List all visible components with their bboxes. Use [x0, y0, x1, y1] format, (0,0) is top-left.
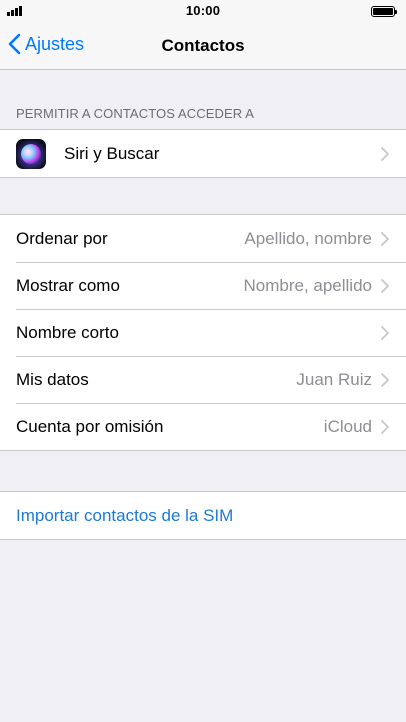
status-bar: 10:00 — [0, 0, 406, 22]
section-header: PERMITIR A CONTACTOS ACCEDER A — [16, 106, 255, 121]
access-group: Siri y Buscar — [0, 129, 406, 178]
navigation-bar: Ajustes Contactos — [0, 22, 406, 70]
battery-icon — [371, 6, 397, 17]
row-label: Nombre corto — [16, 322, 119, 342]
row-value: Juan Ruiz — [296, 369, 372, 389]
row-label: Siri y Buscar — [64, 143, 160, 163]
row-label: Ordenar por — [16, 228, 108, 248]
chevron-right-icon — [381, 325, 389, 340]
row-label: Mostrar como — [16, 275, 120, 295]
row-label: Cuenta por omisión — [16, 416, 164, 436]
short-name-row[interactable]: Nombre corto — [0, 309, 406, 356]
chevron-right-icon — [381, 372, 389, 387]
chevron-right-icon — [381, 278, 389, 293]
import-sim-contacts-button[interactable]: Importar contactos de la SIM — [0, 492, 406, 539]
import-sim-contacts-label: Importar contactos de la SIM — [16, 505, 234, 525]
my-info-row[interactable]: Mis datos Juan Ruiz — [0, 356, 406, 403]
siri-icon — [16, 138, 46, 169]
row-value: iCloud — [323, 416, 372, 436]
status-time: 10:00 — [185, 3, 221, 18]
chevron-right-icon — [381, 146, 389, 161]
row-value: Apellido, nombre — [244, 228, 372, 248]
import-group: Importar contactos de la SIM — [0, 491, 406, 540]
sort-order-row[interactable]: Ordenar por Apellido, nombre — [0, 215, 406, 262]
chevron-right-icon — [381, 419, 389, 434]
row-label: Mis datos — [16, 369, 89, 389]
display-order-row[interactable]: Mostrar como Nombre, apellido — [0, 262, 406, 309]
row-value: Nombre, apellido — [243, 275, 372, 295]
page-title: Contactos — [161, 36, 245, 55]
siri-search-row[interactable]: Siri y Buscar — [0, 130, 406, 177]
chevron-right-icon — [381, 231, 389, 246]
settings-group: Ordenar por Apellido, nombre Mostrar com… — [0, 214, 406, 451]
default-account-row[interactable]: Cuenta por omisión iCloud — [0, 403, 406, 450]
